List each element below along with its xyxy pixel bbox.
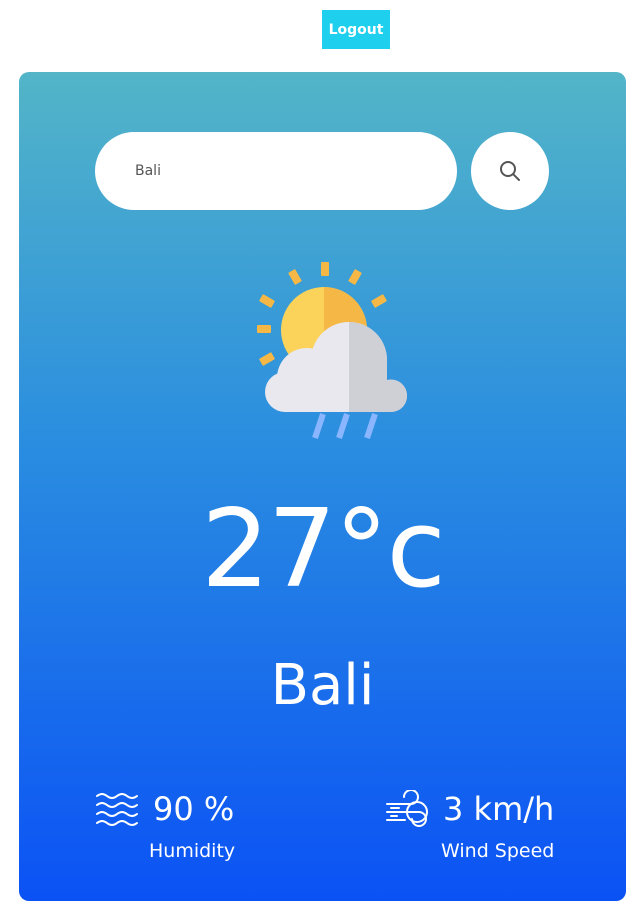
search-button[interactable] — [471, 132, 549, 210]
wind-value: 3 km/h — [443, 790, 555, 828]
city-name: Bali — [270, 653, 375, 718]
sun-cloud-rain-icon — [257, 262, 408, 439]
wind-label: Wind Speed — [441, 840, 555, 862]
search-input[interactable] — [95, 132, 457, 210]
weather-card: 27°c Bali 90 % Humidity — [19, 72, 626, 901]
wind-icon — [386, 790, 428, 827]
humidity-waves-icon — [96, 793, 138, 826]
temperature: 27°c — [201, 487, 446, 612]
humidity-label: Humidity — [149, 840, 236, 862]
humidity-section: 90 % Humidity — [95, 787, 235, 863]
wind-section: 3 km/h Wind Speed — [385, 787, 554, 863]
logout-button[interactable]: Logout — [322, 10, 390, 49]
search-icon — [500, 161, 520, 181]
humidity-value: 90 % — [153, 790, 235, 828]
